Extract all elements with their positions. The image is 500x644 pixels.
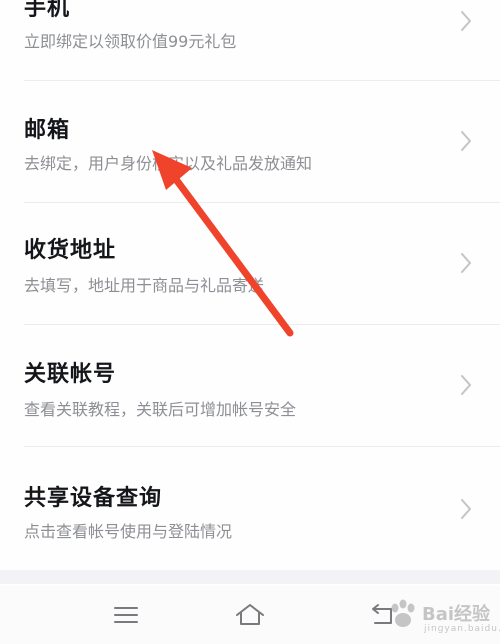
watermark-brand: Bai经验 bbox=[422, 604, 491, 625]
watermark-url: jingyan.baidu.com bbox=[424, 624, 500, 634]
chevron-right-icon bbox=[461, 499, 471, 519]
settings-item-subtitle: 点击查看帐号使用与登陆情况 bbox=[24, 522, 233, 541]
chevron-right-icon bbox=[461, 375, 471, 395]
system-navigation-bar: Bai经验 jingyan.baidu.com bbox=[0, 586, 500, 644]
settings-item-phone[interactable]: 手机 立即绑定以领取价值99元礼包 bbox=[0, 0, 500, 82]
chevron-right-icon bbox=[461, 11, 471, 31]
settings-item-subtitle: 查看关联教程，关联后可增加帐号安全 bbox=[24, 400, 297, 419]
divider bbox=[24, 446, 500, 447]
section-separator bbox=[0, 570, 500, 584]
settings-item-subtitle: 去绑定，用户身份核实以及礼品发放通知 bbox=[24, 154, 313, 173]
settings-item-subtitle: 立即绑定以领取价值99元礼包 bbox=[24, 32, 237, 51]
divider bbox=[24, 202, 500, 203]
settings-item-subtitle: 去填写，地址用于商品与礼品寄送 bbox=[24, 276, 265, 295]
watermark: Bai经验 jingyan.baidu.com bbox=[384, 596, 500, 640]
menu-icon[interactable] bbox=[109, 600, 143, 630]
settings-item-shipping-address[interactable]: 收货地址 去填写，地址用于商品与礼品寄送 bbox=[0, 204, 500, 322]
settings-item-title: 邮箱 bbox=[24, 118, 71, 143]
divider bbox=[24, 324, 500, 325]
settings-item-title: 手机 bbox=[24, 0, 71, 21]
settings-item-title: 关联帐号 bbox=[24, 362, 117, 387]
chevron-right-icon bbox=[461, 131, 471, 151]
settings-item-title: 收货地址 bbox=[24, 238, 117, 263]
divider bbox=[24, 80, 500, 81]
baidu-paw-logo-icon bbox=[391, 599, 415, 627]
settings-item-shared-devices[interactable]: 共享设备查询 点击查看帐号使用与登陆情况 bbox=[0, 448, 500, 566]
settings-item-email[interactable]: 邮箱 去绑定，用户身份核实以及礼品发放通知 bbox=[0, 84, 500, 202]
settings-item-linked-accounts[interactable]: 关联帐号 查看关联教程，关联后可增加帐号安全 bbox=[0, 326, 500, 444]
home-icon[interactable] bbox=[233, 600, 267, 630]
settings-item-title: 共享设备查询 bbox=[24, 486, 163, 511]
chevron-right-icon bbox=[461, 253, 471, 273]
